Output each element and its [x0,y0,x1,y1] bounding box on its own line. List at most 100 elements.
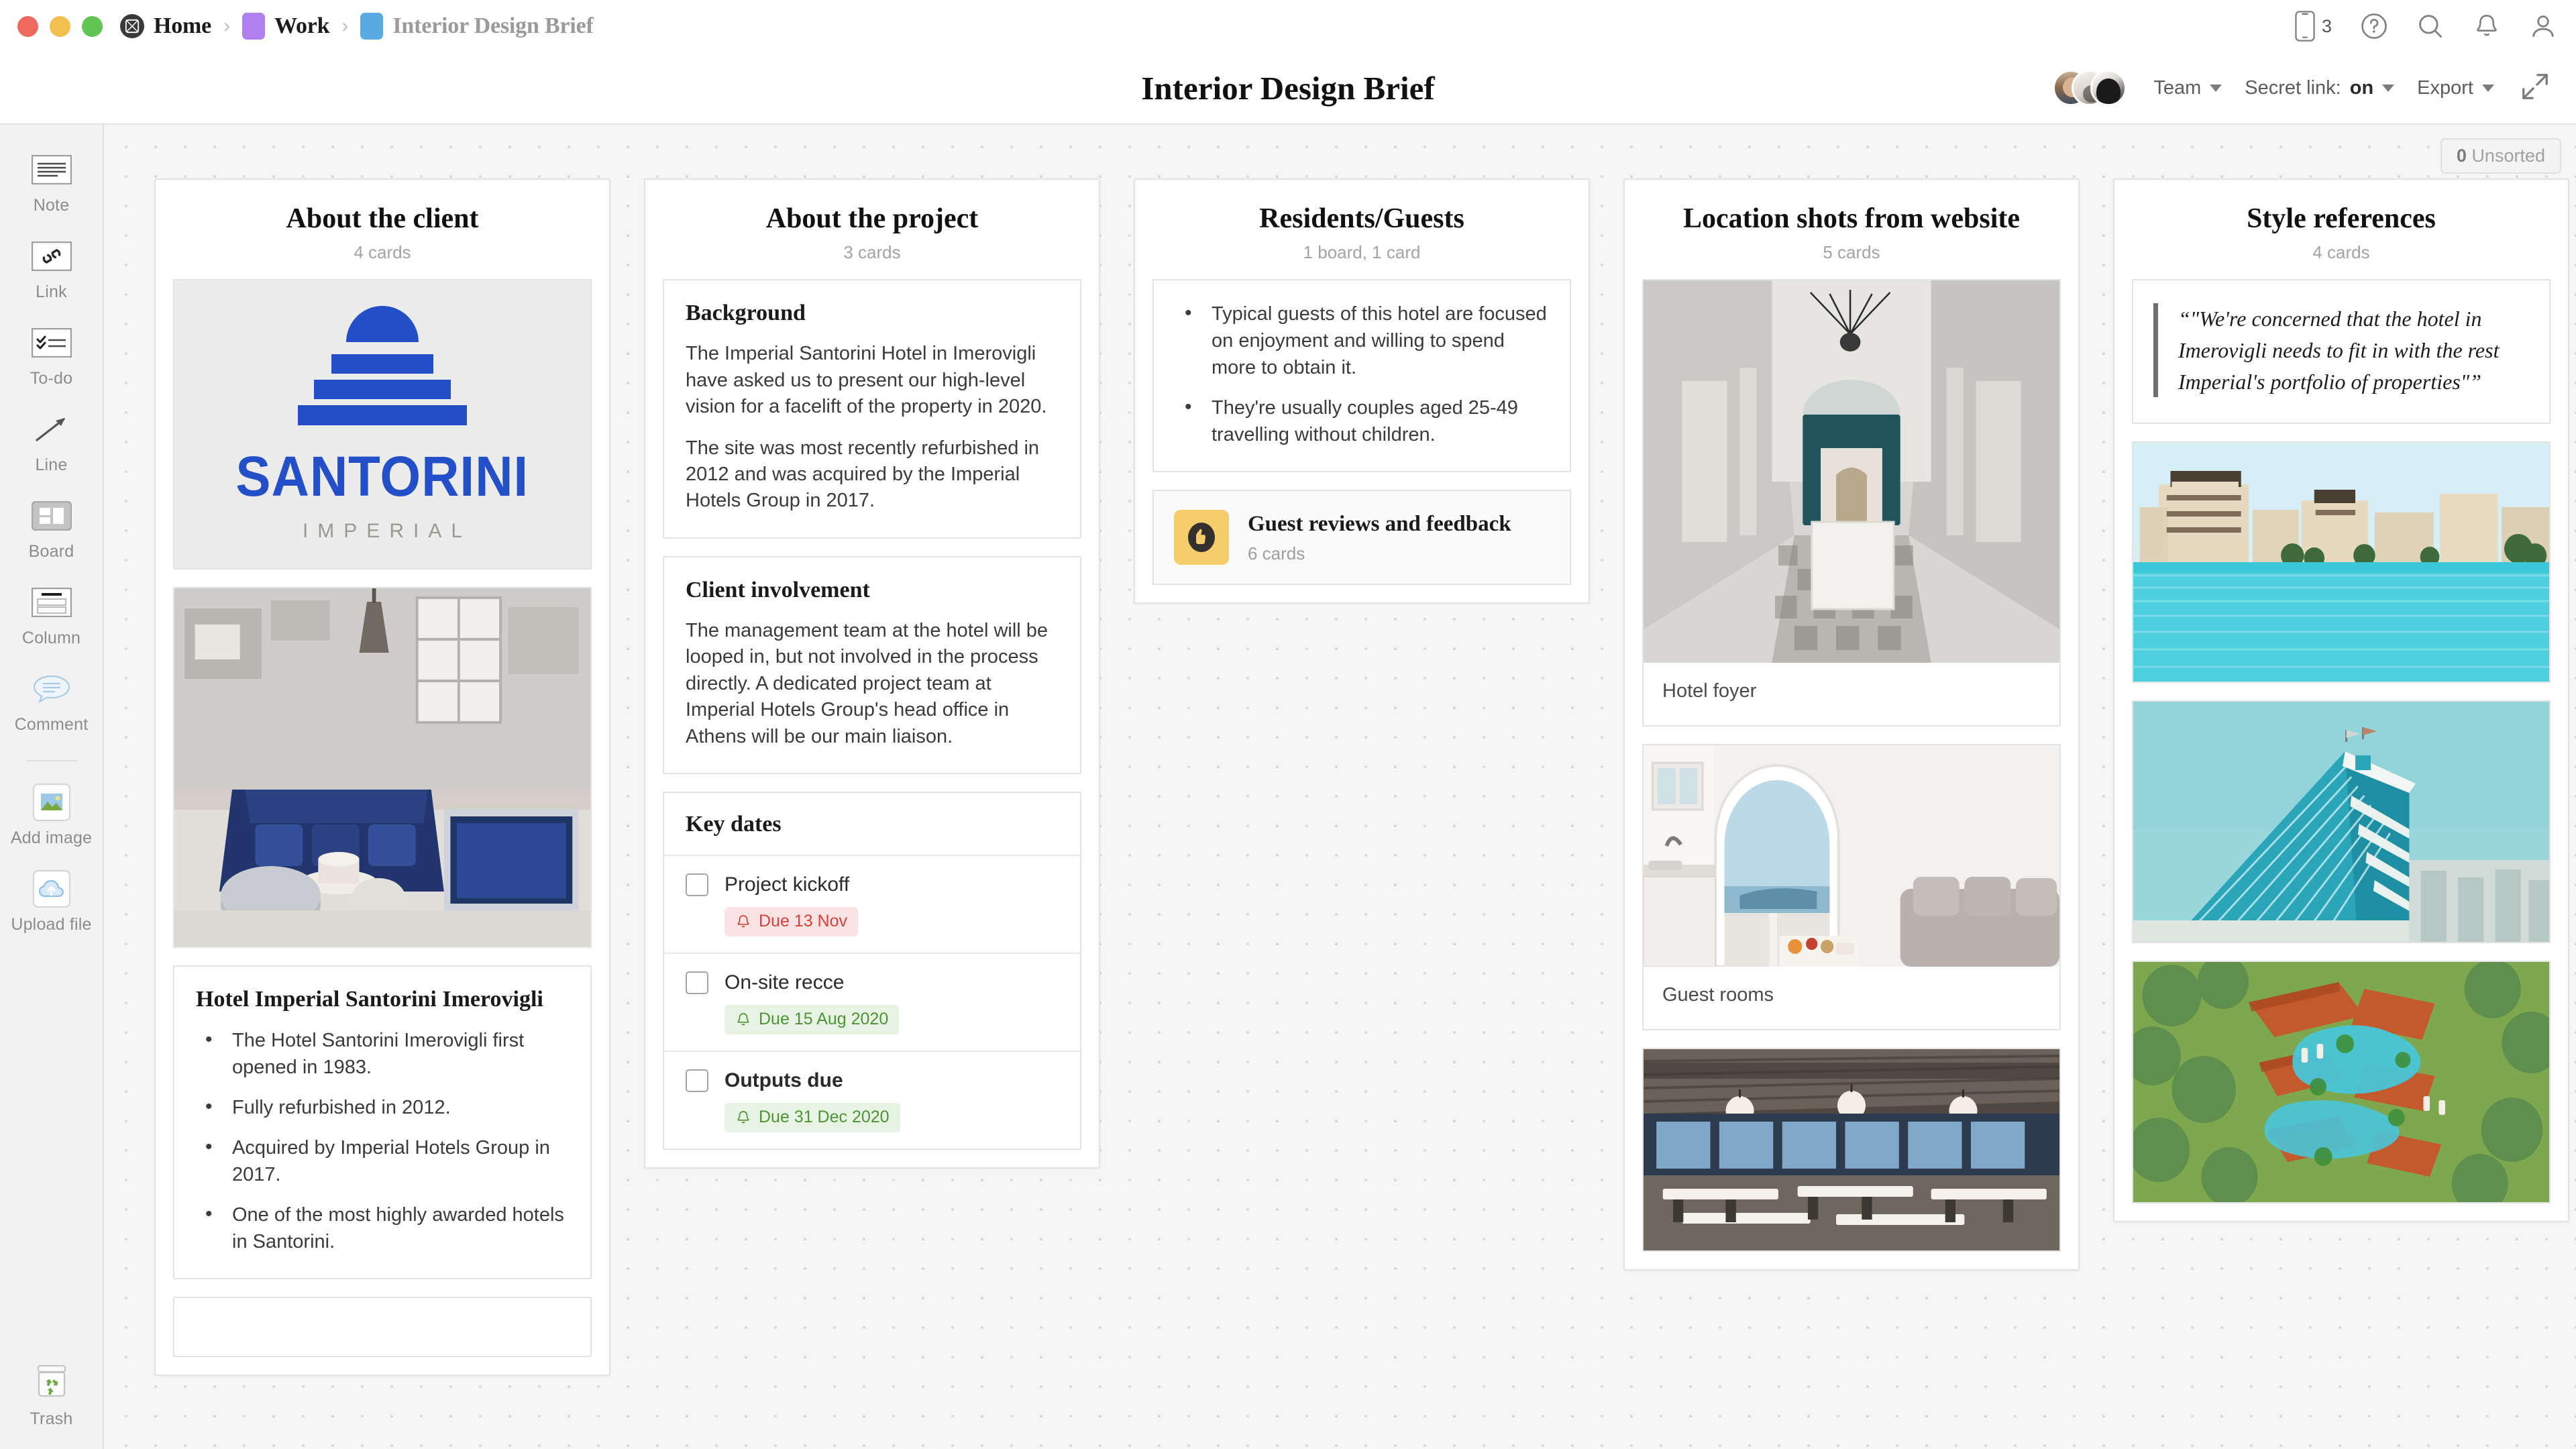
column-location-shots[interactable]: Location shots from website 5 cards Hote… [1623,178,2080,1271]
breadcrumb-separator: › [341,15,349,37]
sidebar-tool-todo[interactable]: To-do [0,322,103,388]
sidebar-tool-label: Link [36,282,67,301]
avatar[interactable] [2090,70,2127,106]
column-about-the-client[interactable]: About the client 4 cards SANTORINI IMPER… [154,178,610,1377]
window-titlebar: Home › Work › Interior Design Brief 3 [0,0,2576,52]
resort-lagoon-image [2133,443,2549,682]
breadcrumb-item-work[interactable]: Work [242,13,330,40]
column-header: Residents/Guests 1 board, 1 card [1135,180,1589,279]
card-guest-rooms[interactable]: Guest rooms [1642,744,2061,1031]
todo-icon [31,322,72,364]
sidebar-trash[interactable]: Trash [0,1362,103,1429]
thumbs-up-icon [1188,523,1215,553]
sidebar-tool-upload-file[interactable]: Upload file [0,868,103,934]
card-dining-hall[interactable] [1642,1048,2061,1252]
sidebar-tool-line[interactable]: Line [0,409,103,475]
bell-icon [737,1012,749,1025]
sidebar-tool-comment[interactable]: Comment [0,668,103,735]
breadcrumb-item-home[interactable]: Home [120,13,211,39]
breadcrumb-label: Work [274,13,330,38]
card-key-dates[interactable]: Key dates Project kickoff Due 13 Nov On-… [663,792,1081,1150]
card-client-logo[interactable]: SANTORINI IMPERIAL [173,279,592,570]
column-subtitle: 1 board, 1 card [1303,242,1421,263]
column-body: Hotel foyer Guest rooms [1625,279,2078,1252]
close-window-button[interactable] [17,15,38,37]
column-title: Residents/Guests [1259,203,1464,234]
unsorted-badge[interactable]: 0 Unsorted [2440,138,2561,174]
sidebar-tool-label: Comment [14,715,89,734]
todo-checkbox[interactable] [686,971,708,995]
card-hotel-foyer[interactable]: Hotel foyer [1642,279,2061,727]
milanote-logo-icon [120,14,144,38]
bullet-list: The Hotel Santorini Imerovigli first ope… [196,1026,569,1255]
column-style-references[interactable]: Style references 4 cards “"We're concern… [2113,178,2569,1223]
card-background[interactable]: Background The Imperial Santorini Hotel … [663,279,1081,539]
account-icon[interactable] [2529,12,2557,40]
sidebar-tool-label: To-do [30,369,73,388]
chevron-down-icon [2210,84,2222,92]
todo-item[interactable]: Outputs due Due 31 Dec 2020 [664,1052,1080,1148]
sidebar-tool-label: Upload file [11,915,92,934]
expand-icon[interactable] [2517,68,2553,108]
card-heading: Key dates [686,812,782,837]
export-label: Export [2417,76,2473,99]
todo-checkbox[interactable] [686,1069,708,1093]
card-partial-next[interactable] [173,1297,592,1358]
maximize-window-button[interactable] [82,15,103,37]
card-paragraph: The site was most recently refurbished i… [686,437,1040,512]
card-aerial-resort-photo[interactable] [2132,961,2551,1204]
todo-item[interactable]: Project kickoff Due 13 Nov [664,856,1080,955]
list-item: Acquired by Imperial Hotels Group in 201… [196,1133,569,1188]
secret-link-dropdown[interactable]: Secret link: on [2245,77,2395,99]
card-client-quote[interactable]: “"We're concerned that the hotel in Imer… [2132,279,2551,425]
export-dropdown[interactable]: Export [2417,77,2494,99]
mobile-icon[interactable]: 3 [2294,11,2332,42]
comment-icon [32,668,72,710]
board-tile-name: Guest reviews and feedback [1248,512,1511,537]
card-paragraph: The management team at the hotel will be… [686,619,1049,747]
board-tile-guest-reviews[interactable]: Guest reviews and feedback 6 cards [1152,490,1571,586]
logo-subtext: IMPERIAL [302,520,472,543]
note-icon [31,149,72,191]
aerial-resort-image [2133,962,2549,1203]
card-living-room-photo[interactable] [173,587,592,949]
column-about-the-project[interactable]: About the project 3 cards Background The… [644,178,1100,1169]
sidebar-tool-note[interactable]: Note [0,149,103,215]
board-canvas[interactable]: 0 Unsorted About the client 4 cards SANT… [104,125,2576,1449]
search-icon[interactable] [2416,12,2445,40]
quote-text: “"We're concerned that the hotel in Imer… [2178,307,2500,394]
sidebar-tool-add-image[interactable]: Add image [0,782,103,848]
collaborator-avatars[interactable] [2053,70,2127,106]
chevron-down-icon [2482,84,2494,92]
due-date-badge[interactable]: Due 15 Aug 2020 [724,1005,900,1035]
help-icon[interactable] [2360,12,2388,40]
breadcrumb-item-current[interactable]: Interior Design Brief [360,13,594,40]
column-body: Typical guests of this hotel are focused… [1135,279,1589,586]
sidebar-tool-board[interactable]: Board [0,495,103,561]
logo-bar [298,405,467,426]
minimize-window-button[interactable] [50,15,70,37]
column-residents-guests[interactable]: Residents/Guests 1 board, 1 card Typical… [1134,178,1590,604]
todo-label: Project kickoff [724,873,850,896]
todo-item[interactable]: On-site recce Due 15 Aug 2020 [664,954,1080,1053]
column-title: Style references [2247,203,2436,234]
team-dropdown[interactable]: Team [2153,77,2222,99]
unsorted-label: Unsorted [2471,146,2545,166]
column-header: Location shots from website 5 cards [1625,180,2078,279]
column-header: Style references 4 cards [2114,180,2568,279]
due-date-badge[interactable]: Due 31 Dec 2020 [724,1103,900,1133]
list-item: Fully refurbished in 2012. [196,1093,569,1121]
card-hotel-facts[interactable]: Hotel Imperial Santorini Imerovigli The … [173,965,592,1280]
notifications-icon[interactable] [2473,12,2501,40]
line-arrow-icon [32,409,72,450]
sidebar-tool-column[interactable]: Column [0,582,103,648]
due-date-badge[interactable]: Due 13 Nov [724,907,859,937]
board-thumbnail [1174,510,1229,566]
card-heading: Hotel Imperial Santorini Imerovigli [196,987,543,1012]
sidebar-tool-link[interactable]: Link [0,235,103,302]
card-client-involvement[interactable]: Client involvement The management team a… [663,555,1081,775]
todo-checkbox[interactable] [686,873,708,897]
card-resort-lagoon-photo[interactable] [2132,441,2551,684]
card-sail-hotel-photo[interactable] [2132,700,2551,944]
card-guest-profile[interactable]: Typical guests of this hotel are focused… [1152,279,1571,473]
